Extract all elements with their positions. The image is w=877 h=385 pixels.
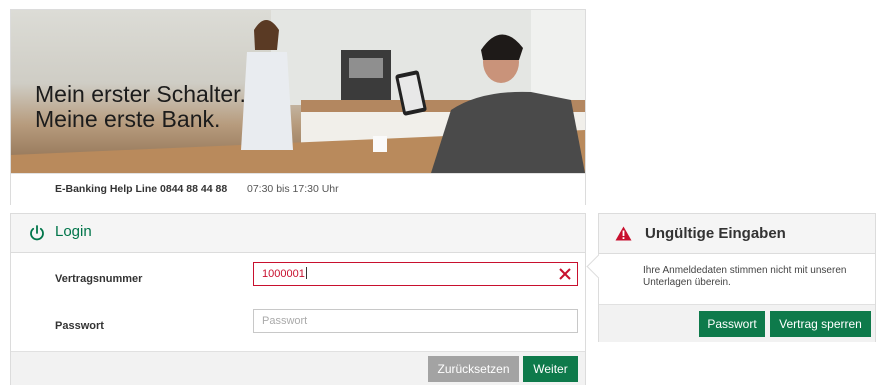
login-title: Login [55, 223, 92, 240]
login-footer: Zurücksetzen Weiter [11, 351, 585, 385]
error-message: Ihre Anmeldedaten stimmen nicht mit unse… [643, 265, 847, 288]
password-input[interactable]: Passwort [253, 309, 578, 333]
password-placeholder: Passwort [262, 315, 308, 327]
hero-card: Mein erster Schalter. Meine erste Bank. … [10, 9, 586, 205]
hero-headline: Mein erster Schalter. Meine erste Bank. [35, 82, 246, 132]
error-title: Ungültige Eingaben [645, 225, 786, 242]
helpline-label: E-Banking Help Line 0844 88 44 88 [55, 183, 228, 195]
clear-input-icon[interactable] [559, 268, 571, 280]
error-header: Ungültige Eingaben [599, 214, 875, 254]
text-cursor [305, 267, 307, 279]
login-header: Login [11, 214, 585, 253]
contract-number-label: Vertragsnummer [55, 273, 143, 285]
contract-number-value: 1000001 [262, 268, 305, 280]
error-popover: Ungültige Eingaben Ihre Anmeldedaten sti… [586, 213, 876, 342]
password-label: Passwort [55, 320, 104, 332]
login-panel: Login Vertragsnummer 1000001 Passwort Pa… [10, 213, 586, 385]
hero-headline-line2: Meine erste Bank. [35, 106, 221, 132]
next-button[interactable]: Weiter [523, 356, 578, 382]
power-icon [30, 225, 44, 241]
popover-arrow [586, 254, 611, 279]
reset-button[interactable]: Zurücksetzen [428, 356, 519, 382]
hero-image: Mein erster Schalter. Meine erste Bank. [11, 10, 585, 173]
error-footer: Passwort Vertrag sperren [599, 304, 875, 342]
password-reset-button[interactable]: Passwort [699, 311, 765, 337]
helpline-bar: E-Banking Help Line 0844 88 44 88 07:30 … [11, 173, 585, 205]
contract-number-input[interactable]: 1000001 [253, 262, 578, 286]
warning-icon [615, 226, 632, 241]
lock-contract-button[interactable]: Vertrag sperren [770, 311, 871, 337]
hero-headline-line1: Mein erster Schalter. [35, 81, 246, 107]
helpline-hours: 07:30 bis 17:30 Uhr [247, 183, 339, 195]
